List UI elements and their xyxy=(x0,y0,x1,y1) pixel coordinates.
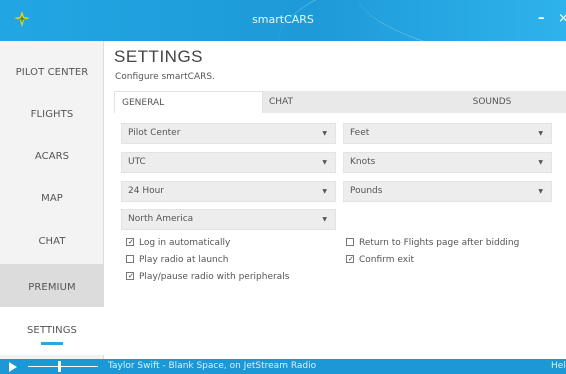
startup-page-value: Pilot Center xyxy=(128,128,181,138)
play-icon[interactable] xyxy=(9,362,17,372)
volume-slider[interactable] xyxy=(28,366,98,367)
tab-chat[interactable]: CHAT xyxy=(263,91,418,113)
sidebar: PILOT CENTER FLIGHTS ACARS MAP CHAT PREM… xyxy=(0,41,104,359)
check-icon: ✓ xyxy=(128,238,134,246)
chevron-down-icon: ▼ xyxy=(322,188,327,195)
now-playing-text: Taylor Swift - Blank Space, on JetStream… xyxy=(108,361,317,371)
time-zone-value: UTC xyxy=(128,157,146,167)
close-button[interactable]: × xyxy=(558,12,566,26)
window-title: smartCARS xyxy=(252,13,314,26)
tab-sounds[interactable]: SOUNDS xyxy=(418,91,566,113)
checkbox-box xyxy=(346,238,354,246)
checkbox-box xyxy=(126,255,134,263)
settings-tabs: GENERAL CHAT SOUNDS xyxy=(114,91,566,113)
sidebar-item-pilot-center[interactable]: PILOT CENTER xyxy=(0,49,104,97)
checkbox-box: ✓ xyxy=(346,255,354,263)
title-bar: smartCARS – × xyxy=(0,0,566,41)
altitude-unit-select[interactable]: Feet ▼ xyxy=(343,123,552,144)
checkbox-box: ✓ xyxy=(126,272,134,280)
speed-unit-select[interactable]: Knots ▼ xyxy=(343,152,552,173)
sidebar-item-premium[interactable]: PREMIUM xyxy=(0,264,104,312)
checkbox-label: Play/pause radio with peripherals xyxy=(139,272,290,282)
chevron-down-icon: ▼ xyxy=(322,159,327,166)
chevron-down-icon: ▼ xyxy=(322,130,327,137)
check-icon: ✓ xyxy=(348,255,354,263)
sidebar-item-settings-label: SETTINGS xyxy=(26,325,78,336)
help-link[interactable]: Hel xyxy=(551,361,566,371)
check-icon: ✓ xyxy=(128,272,134,280)
checkbox-label: Log in automatically xyxy=(139,238,231,248)
chevron-down-icon: ▼ xyxy=(538,130,543,137)
play-pause-radio-peripherals-checkbox[interactable]: ✓ Play/pause radio with peripherals xyxy=(126,271,289,283)
confirm-exit-checkbox[interactable]: ✓ Confirm exit xyxy=(346,254,414,266)
main-panel: SETTINGS Configure smartCARS. GENERAL CH… xyxy=(104,41,566,359)
sidebar-item-map[interactable]: MAP xyxy=(0,175,104,223)
startup-page-select[interactable]: Pilot Center ▼ xyxy=(121,123,336,144)
time-zone-select[interactable]: UTC ▼ xyxy=(121,152,336,173)
chevron-down-icon: ▼ xyxy=(538,188,543,195)
tab-general[interactable]: GENERAL xyxy=(114,91,263,113)
region-value: North America xyxy=(128,214,194,224)
sidebar-item-acars[interactable]: ACARS xyxy=(0,133,104,181)
weight-unit-value: Pounds xyxy=(350,186,383,196)
general-settings-panel: Pilot Center ▼ UTC ▼ 24 Hour ▼ North Ame… xyxy=(114,113,566,359)
chevron-down-icon: ▼ xyxy=(322,216,327,223)
sidebar-item-chat[interactable]: CHAT xyxy=(0,218,104,266)
region-select[interactable]: North America ▼ xyxy=(121,209,336,230)
time-format-value: 24 Hour xyxy=(128,186,164,196)
sidebar-item-flights[interactable]: FLIGHTS xyxy=(0,91,104,139)
volume-slider-handle[interactable] xyxy=(58,361,61,372)
radio-status-bar: Taylor Swift - Blank Space, on JetStream… xyxy=(0,359,566,374)
checkbox-label: Play radio at launch xyxy=(139,255,229,265)
play-radio-at-launch-checkbox[interactable]: Play radio at launch xyxy=(126,254,228,266)
page-title: SETTINGS xyxy=(114,47,204,66)
speed-unit-value: Knots xyxy=(350,157,376,167)
minimize-button[interactable]: – xyxy=(538,12,545,26)
chevron-down-icon: ▼ xyxy=(538,159,543,166)
checkbox-box: ✓ xyxy=(126,238,134,246)
return-to-flights-checkbox[interactable]: Return to Flights page after bidding xyxy=(346,237,519,249)
page-subtitle: Configure smartCARS. xyxy=(115,72,215,82)
checkbox-label: Confirm exit xyxy=(359,255,415,265)
altitude-unit-value: Feet xyxy=(350,128,370,138)
active-indicator xyxy=(41,342,63,345)
log-in-automatically-checkbox[interactable]: ✓ Log in automatically xyxy=(126,237,230,249)
weight-unit-select[interactable]: Pounds ▼ xyxy=(343,181,552,202)
sidebar-item-settings[interactable]: SETTINGS xyxy=(0,307,104,355)
checkbox-label: Return to Flights page after bidding xyxy=(359,238,520,248)
time-format-select[interactable]: 24 Hour ▼ xyxy=(121,181,336,202)
